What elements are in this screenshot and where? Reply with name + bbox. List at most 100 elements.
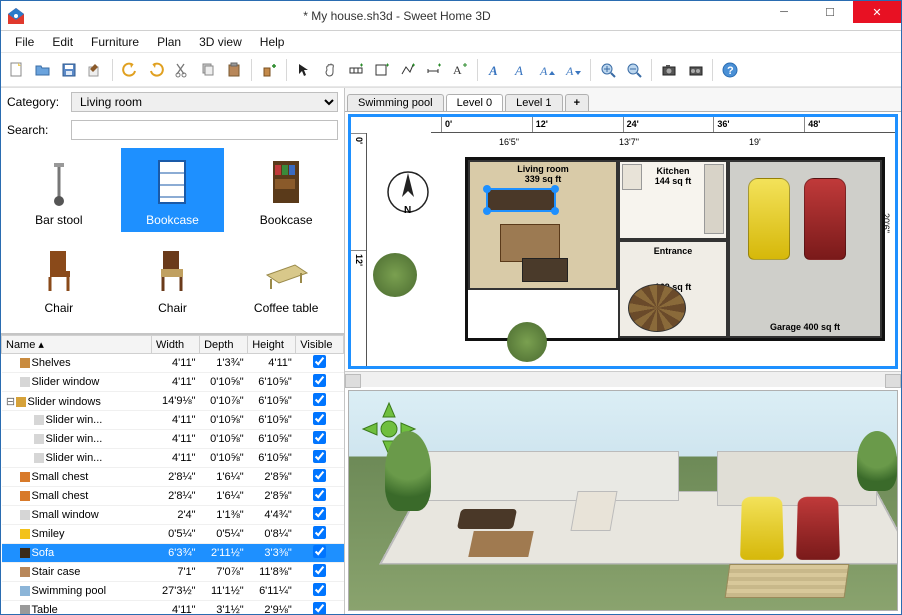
table-row[interactable]: Slider window4'11"0'10⅝"6'10⅝" <box>2 373 344 392</box>
photo-button[interactable] <box>657 58 681 82</box>
table-row[interactable]: Smiley0'5¼"0'5¼"0'8¼" <box>2 525 344 544</box>
table-row[interactable]: Table4'11"3'1½"2'9⅛" <box>2 601 344 615</box>
visible-checkbox[interactable] <box>313 431 326 444</box>
paste-button[interactable] <box>222 58 246 82</box>
menu-furniture[interactable]: Furniture <box>83 33 147 51</box>
tab-swimming-pool[interactable]: Swimming pool <box>347 94 444 111</box>
visible-checkbox[interactable] <box>313 412 326 425</box>
text-decrease-button[interactable]: A <box>561 58 585 82</box>
room-tool[interactable] <box>370 58 394 82</box>
text-bold-button[interactable]: A <box>483 58 507 82</box>
col-height[interactable]: Height <box>248 336 296 354</box>
visible-checkbox[interactable] <box>313 450 326 463</box>
col-visible[interactable]: Visible <box>296 336 344 354</box>
polyline-tool[interactable] <box>396 58 420 82</box>
visible-checkbox[interactable] <box>313 488 326 501</box>
dim-top-3: 19' <box>747 137 763 147</box>
catalog-item-3[interactable]: Chair <box>7 236 111 320</box>
text-italic-button[interactable]: A <box>509 58 533 82</box>
tab-level-0[interactable]: Level 0 <box>446 94 503 111</box>
visible-checkbox[interactable] <box>313 583 326 596</box>
staircase-item[interactable] <box>628 284 686 332</box>
help-button[interactable]: ? <box>718 58 742 82</box>
zoom-in-button[interactable] <box>596 58 620 82</box>
level-tabs: Swimming pool Level 0 Level 1 + <box>345 88 901 112</box>
table-row[interactable]: Small window2'4"1'1⅜"4'4¾" <box>2 506 344 525</box>
menu-help[interactable]: Help <box>252 33 293 51</box>
menu-3dview[interactable]: 3D view <box>191 33 250 51</box>
catalog-item-2[interactable]: Bookcase <box>234 148 338 232</box>
text-increase-button[interactable]: A <box>535 58 559 82</box>
catalog-label: Bookcase <box>146 213 199 227</box>
3d-view[interactable] <box>348 390 898 611</box>
table-row[interactable]: Small chest2'8¼"1'6¼"2'8⅝" <box>2 487 344 506</box>
table-row[interactable]: Shelves4'11"1'3¾"4'11" <box>2 354 344 373</box>
table-row[interactable]: Slider win...4'11"0'10⅝"6'10⅝" <box>2 430 344 449</box>
catalog-thumb <box>142 241 202 299</box>
table-row[interactable]: Sofa6'3¾"2'11½"3'3⅜" <box>2 544 344 563</box>
visible-checkbox[interactable] <box>313 564 326 577</box>
new-button[interactable] <box>5 58 29 82</box>
catalog-item-4[interactable]: Chair <box>121 236 225 320</box>
save-button[interactable] <box>57 58 81 82</box>
visible-checkbox[interactable] <box>313 355 326 368</box>
catalog-item-0[interactable]: Bar stool <box>7 148 111 232</box>
room-kitchen: Kitchen144 sq ft <box>618 160 728 240</box>
video-button[interactable] <box>683 58 707 82</box>
table-row[interactable]: Slider win...4'11"0'10⅝"6'10⅝" <box>2 449 344 468</box>
toolbar: A A A A A ? <box>1 53 901 87</box>
visible-checkbox[interactable] <box>313 602 326 614</box>
dimension-tool[interactable] <box>422 58 446 82</box>
catalog-thumb <box>29 153 89 211</box>
cut-button[interactable] <box>170 58 194 82</box>
select-tool[interactable] <box>292 58 316 82</box>
menu-edit[interactable]: Edit <box>44 33 81 51</box>
visible-checkbox[interactable] <box>313 374 326 387</box>
tab-add[interactable]: + <box>565 94 589 111</box>
col-width[interactable]: Width <box>152 336 200 354</box>
table-row[interactable]: Swimming pool27'3½"11'1½"6'11¼" <box>2 582 344 601</box>
table-row[interactable]: Slider win...4'11"0'10⅝"6'10⅝" <box>2 411 344 430</box>
rug-item[interactable] <box>500 224 560 262</box>
floorplan-scrollbar[interactable] <box>345 371 901 387</box>
pan-tool[interactable] <box>318 58 342 82</box>
car-yellow[interactable] <box>748 178 790 260</box>
table-row[interactable]: ⊟Slider windows14'9⅛"0'10⅞"6'10⅝" <box>2 392 344 411</box>
wall-tool[interactable] <box>344 58 368 82</box>
category-select[interactable]: Living room <box>71 92 338 112</box>
furniture-catalog[interactable]: Bar stoolBookcaseBookcaseChairChairCoffe… <box>1 144 344 334</box>
visible-checkbox[interactable] <box>313 545 326 558</box>
catalog-item-5[interactable]: Coffee table <box>234 236 338 320</box>
furniture-table[interactable]: Name ▴WidthDepthHeightVisible Shelves4'1… <box>1 334 344 614</box>
floorplan-view[interactable]: 0'12'24'36'48' 0'12' N 16'5" 13'7" 19' 2… <box>348 114 898 369</box>
menu-file[interactable]: File <box>7 33 42 51</box>
catalog-item-1[interactable]: Bookcase <box>121 148 225 232</box>
close-button[interactable]: ✕ <box>853 1 901 23</box>
copy-button[interactable] <box>196 58 220 82</box>
add-furniture-button[interactable] <box>257 58 281 82</box>
open-button[interactable] <box>31 58 55 82</box>
col-name[interactable]: Name ▴ <box>2 336 152 354</box>
table-item[interactable] <box>522 258 568 282</box>
table-row[interactable]: Stair case7'1"7'0⅞"11'8⅜" <box>2 563 344 582</box>
undo-button[interactable] <box>118 58 142 82</box>
window-title: * My house.sh3d - Sweet Home 3D <box>33 9 761 23</box>
text-tool[interactable]: A <box>448 58 472 82</box>
visible-checkbox[interactable] <box>313 526 326 539</box>
redo-button[interactable] <box>144 58 168 82</box>
menu-plan[interactable]: Plan <box>149 33 189 51</box>
maximize-button[interactable]: ☐ <box>807 1 853 23</box>
search-input[interactable] <box>71 120 338 140</box>
visible-checkbox[interactable] <box>313 469 326 482</box>
zoom-out-button[interactable] <box>622 58 646 82</box>
visible-checkbox[interactable] <box>313 507 326 520</box>
preferences-button[interactable] <box>83 58 107 82</box>
col-depth[interactable]: Depth <box>200 336 248 354</box>
table-row[interactable]: Small chest2'8¼"1'6¼"2'8⅝" <box>2 468 344 487</box>
car-red[interactable] <box>804 178 846 260</box>
compass-icon: N <box>385 169 431 215</box>
sofa-item[interactable] <box>486 188 556 212</box>
tab-level-1[interactable]: Level 1 <box>505 94 562 111</box>
visible-checkbox[interactable] <box>313 393 326 406</box>
minimize-button[interactable]: ─ <box>761 1 807 23</box>
